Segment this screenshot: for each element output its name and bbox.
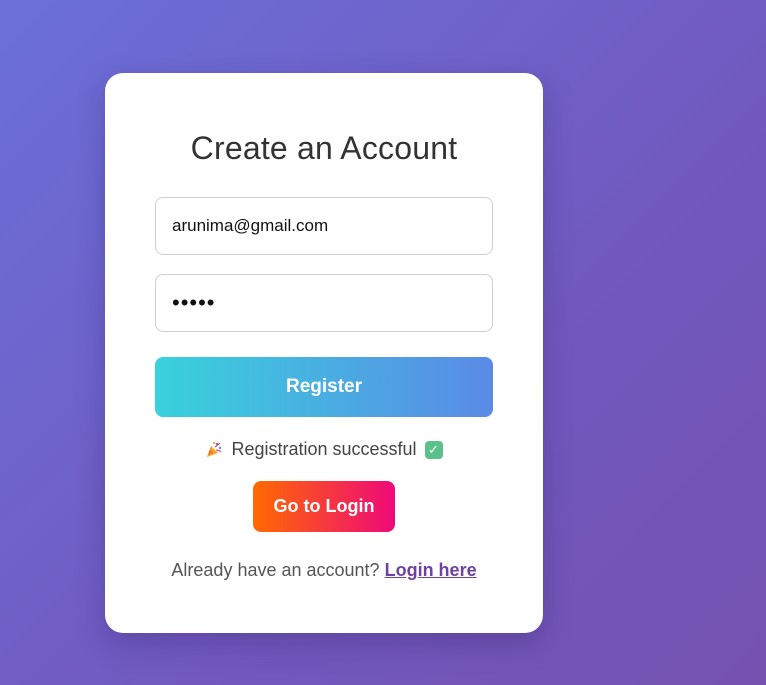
- go-to-login-button[interactable]: Go to Login: [253, 481, 395, 532]
- register-button[interactable]: Register: [155, 357, 493, 417]
- password-field[interactable]: [155, 274, 493, 332]
- footer-text-row: Already have an account? Login here: [105, 560, 543, 581]
- check-mark-icon: ✓: [424, 440, 443, 459]
- register-card: Create an Account Register Registration …: [105, 73, 543, 633]
- login-here-link[interactable]: Login here: [385, 560, 477, 580]
- email-field[interactable]: [155, 197, 493, 255]
- footer-text: Already have an account?: [171, 560, 380, 580]
- status-message: Registration successful ✓: [105, 439, 543, 460]
- party-popper-icon: [205, 441, 223, 459]
- status-text: Registration successful: [231, 439, 417, 459]
- page-title: Create an Account: [190, 130, 458, 166]
